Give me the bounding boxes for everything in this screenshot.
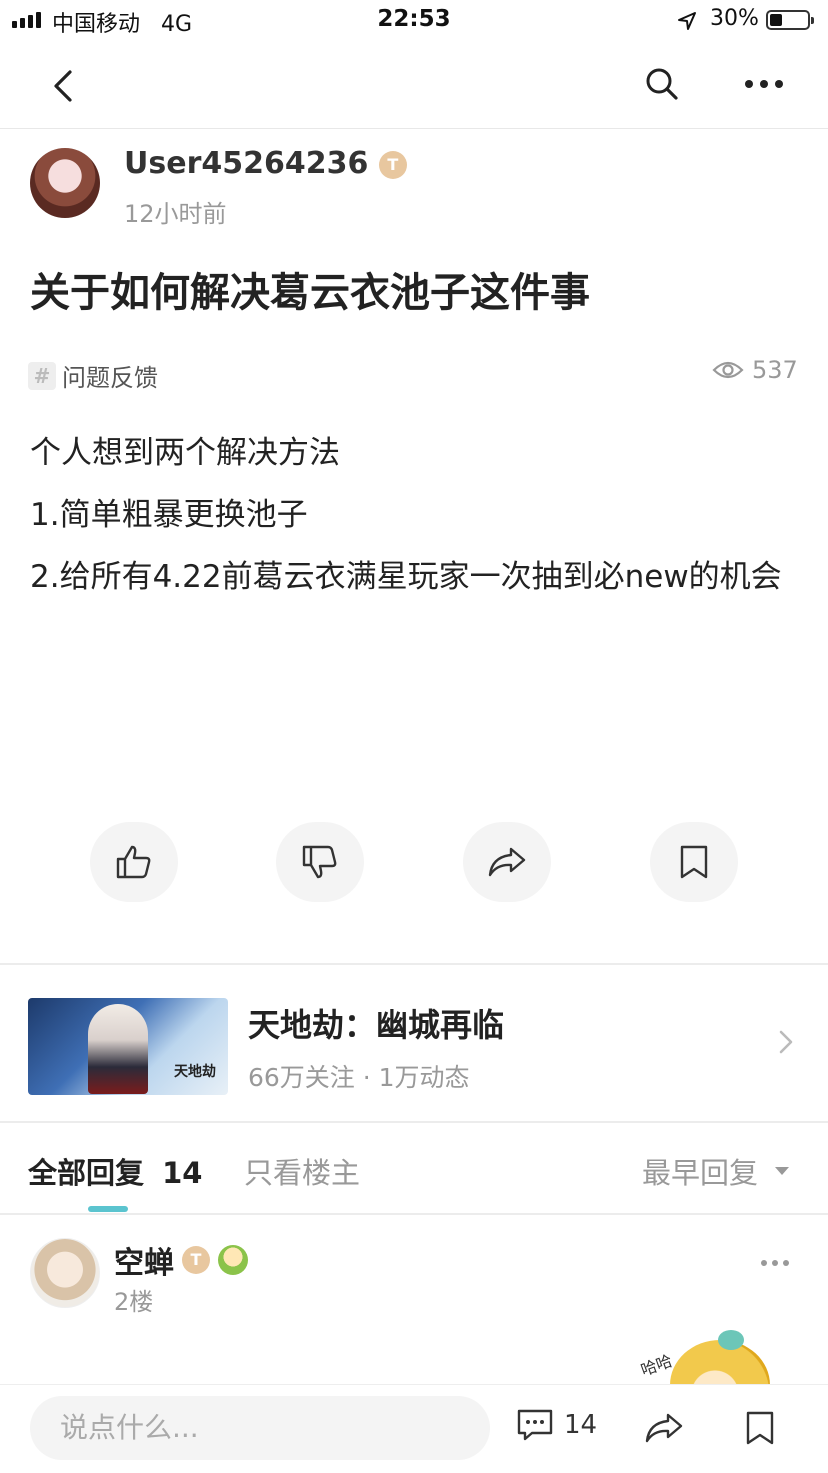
dislike-icon — [302, 845, 337, 879]
topic-tag[interactable]: # 问题反馈 — [28, 358, 158, 393]
topic-tag-label: 问题反馈 — [62, 364, 158, 392]
reply-sticker-image: 哈哈 — [640, 1330, 770, 1386]
view-count: 537 — [712, 356, 798, 384]
post-paragraph: 个人想到两个解决方法 — [30, 435, 340, 471]
sort-dropdown[interactable]: 最早回复 — [642, 1150, 790, 1192]
post-body: 个人想到两个解决方法 1.简单粗暴更换池子 2.给所有4.22前葛云衣满星玩家一… — [30, 422, 800, 608]
bookmark-button[interactable] — [650, 822, 738, 902]
tab-owner-only[interactable]: 只看楼主 — [244, 1150, 360, 1192]
chevron-left-icon — [54, 70, 72, 102]
tab-all-count: 14 — [162, 1156, 203, 1190]
share-button[interactable] — [463, 822, 551, 902]
post-time: 12小时前 — [124, 200, 227, 228]
author-name[interactable]: User45264236 — [124, 146, 368, 181]
battery-icon — [766, 10, 814, 30]
more-horizontal-icon — [761, 1260, 789, 1266]
battery-percent: 30% — [710, 6, 759, 31]
back-button[interactable] — [40, 62, 88, 110]
active-tab-indicator — [88, 1206, 128, 1212]
like-button[interactable] — [90, 822, 178, 902]
section-divider — [0, 1213, 828, 1215]
post-title: 关于如何解决葛云衣池子这件事 — [30, 270, 590, 316]
dislike-button[interactable] — [276, 822, 364, 902]
bookmark-icon — [746, 1411, 774, 1445]
reply-avatar[interactable] — [30, 1238, 100, 1308]
section-divider — [0, 1121, 828, 1123]
comment-input[interactable]: 说点什么... — [30, 1396, 490, 1460]
share-icon — [645, 1413, 683, 1443]
search-icon — [646, 68, 678, 100]
tab-all-label: 全部回复 — [28, 1156, 145, 1190]
reply-floor: 2楼 — [114, 1288, 154, 1316]
level-badge-icon: T — [182, 1246, 210, 1274]
character-badge-icon — [218, 1245, 248, 1275]
clock: 22:53 — [377, 6, 451, 32]
game-cover-image[interactable]: 天地劫 — [28, 998, 228, 1095]
author-avatar[interactable] — [30, 148, 100, 218]
game-name[interactable]: 天地劫：幽城再临 — [248, 1000, 504, 1046]
post-paragraph: 2.给所有4.22前葛云衣满星玩家一次抽到必new的机会 — [30, 559, 782, 595]
eye-icon — [712, 361, 744, 379]
share-icon — [488, 847, 526, 877]
comment-count: 14 — [564, 1410, 598, 1440]
tab-all-replies[interactable]: 全部回复 14 — [28, 1150, 202, 1192]
more-horizontal-icon — [745, 80, 783, 88]
reply-more-button[interactable] — [760, 1252, 790, 1271]
post-paragraph: 1.简单粗暴更换池子 — [30, 497, 308, 533]
bottom-bookmark-button[interactable] — [736, 1404, 784, 1452]
more-button[interactable] — [738, 60, 790, 108]
section-divider — [0, 963, 828, 965]
caret-down-icon — [775, 1167, 790, 1175]
hash-icon: # — [28, 361, 56, 390]
chevron-right-icon[interactable] — [772, 1028, 800, 1060]
level-badge-icon: T — [378, 150, 407, 179]
bottom-share-button[interactable] — [640, 1404, 688, 1452]
top-nav — [0, 42, 828, 129]
bookmark-icon — [680, 845, 708, 879]
game-stats: 66万关注 · 1万动态 — [248, 1063, 470, 1092]
comments-button[interactable]: 14 — [516, 1408, 597, 1442]
sort-label: 最早回复 — [642, 1156, 759, 1190]
comment-icon — [517, 1409, 553, 1441]
location-arrow-icon — [676, 10, 698, 38]
status-bar: 中国移动 4G 22:53 30% — [0, 0, 828, 42]
search-button[interactable] — [638, 60, 686, 108]
like-icon — [116, 845, 151, 879]
reply-author-name[interactable]: 空蝉 — [114, 1238, 174, 1282]
view-count-value: 537 — [752, 356, 798, 384]
game-logo: 天地劫 — [174, 1064, 216, 1080]
